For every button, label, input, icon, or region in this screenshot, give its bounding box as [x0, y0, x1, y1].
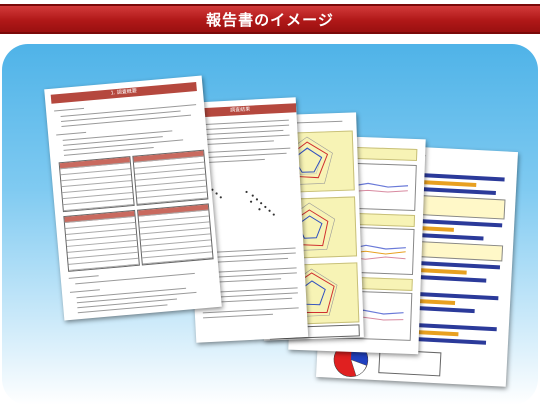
section-title: 1. 調査概要: [110, 88, 138, 97]
data-table: [58, 156, 135, 213]
page-header: 1. 調査概要: [50, 82, 197, 104]
title-banner: 報告書のイメージ: [0, 4, 540, 34]
report-image-area: 調査結果 1. 調査概要: [2, 44, 538, 405]
data-table: [63, 209, 140, 272]
data-table: [132, 149, 209, 206]
data-table: [137, 203, 214, 266]
report-page-overview: 1. 調査概要: [44, 75, 222, 321]
page2-title: 調査結果: [230, 106, 251, 114]
page-title: 報告書のイメージ: [206, 11, 334, 29]
